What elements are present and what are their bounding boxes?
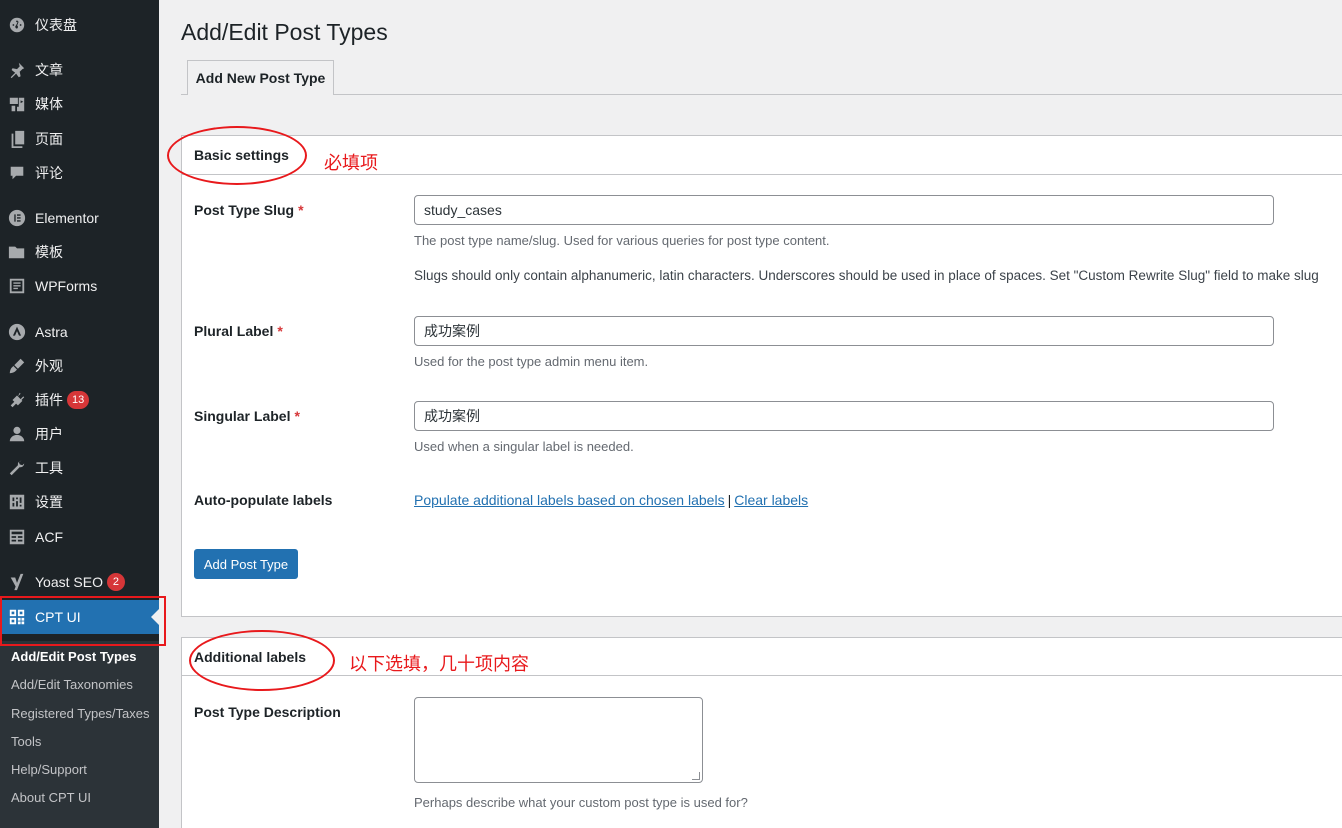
plural-label-description: Used for the post type admin menu item.: [414, 354, 649, 369]
clear-labels-link[interactable]: Clear labels: [734, 492, 808, 508]
singular-label-description: Used when a singular label is needed.: [414, 439, 634, 454]
singular-label-label: Singular Label *: [194, 408, 300, 424]
add-post-type-button[interactable]: Add Post Type: [194, 549, 298, 579]
submenu-help-support[interactable]: Help/Support: [11, 762, 87, 777]
post-type-description-help: Perhaps describe what your custom post t…: [414, 795, 748, 810]
yoast-icon: [8, 573, 26, 591]
plural-label-input[interactable]: [414, 316, 1274, 346]
post-type-description-textarea[interactable]: [414, 697, 703, 783]
auto-populate-links: Populate additional labels based on chos…: [414, 492, 808, 508]
slug-rules-description: Slugs should only contain alphanumeric, …: [414, 268, 1319, 283]
admin-sidebar: 仪表盘 文章 媒体 页面 评论 Elementor 模板 WPForms Ast…: [0, 0, 159, 828]
sidebar-item-yoast[interactable]: Yoast SEO 2: [0, 565, 159, 599]
link-separator: |: [727, 492, 732, 508]
slug-description: The post type name/slug. Used for variou…: [414, 233, 830, 248]
sidebar-item-label: 文章: [35, 62, 63, 78]
cpt-ui-submenu: Add/Edit Post Types Add/Edit Taxonomies …: [0, 641, 159, 828]
sidebar-item-astra[interactable]: Astra: [0, 315, 159, 349]
plural-label-label: Plural Label *: [194, 323, 283, 339]
annotation-ellipse-additional: [189, 630, 335, 691]
submenu-about-cpt-ui[interactable]: About CPT UI: [11, 790, 91, 805]
elementor-icon: [8, 209, 26, 227]
sidebar-item-acf[interactable]: ACF: [0, 520, 159, 554]
tab-bar-line: [181, 94, 1342, 95]
plugin-icon: [8, 391, 26, 409]
auto-populate-label: Auto-populate labels: [194, 492, 333, 508]
sidebar-item-tools[interactable]: 工具: [0, 451, 159, 485]
page-icon: [8, 130, 26, 148]
annotation-optional-note: 以下选填，几十项内容: [349, 654, 529, 675]
sidebar-item-label: 外观: [35, 358, 63, 374]
annotation-ellipse-basic: [167, 126, 307, 185]
astra-icon: [8, 323, 26, 341]
annotation-required-note: 必填项: [324, 153, 378, 174]
sidebar-item-label: 评论: [35, 165, 63, 181]
sidebar-item-label: WPForms: [35, 278, 98, 294]
brush-icon: [8, 357, 26, 375]
required-mark: *: [298, 202, 304, 218]
post-type-slug-input[interactable]: [414, 195, 1274, 225]
user-icon: [8, 425, 26, 443]
resize-handle-icon[interactable]: [692, 772, 700, 780]
sidebar-item-label: ACF: [35, 529, 63, 545]
sidebar-item-plugins[interactable]: 插件 13: [0, 383, 159, 417]
comment-icon: [8, 164, 26, 182]
sidebar-item-appearance[interactable]: 外观: [0, 349, 159, 383]
wrench-icon: [8, 459, 26, 477]
media-icon: [8, 95, 26, 113]
sidebar-item-label: Astra: [35, 324, 68, 340]
annotation-box-cpt-ui: [0, 596, 166, 646]
submenu-add-edit-taxonomies[interactable]: Add/Edit Taxonomies: [11, 677, 133, 692]
sidebar-item-settings[interactable]: 设置: [0, 485, 159, 519]
sidebar-item-users[interactable]: 用户: [0, 417, 159, 451]
sidebar-item-media[interactable]: 媒体: [0, 87, 159, 121]
sidebar-item-dashboard[interactable]: 仪表盘: [0, 8, 159, 42]
sidebar-item-label: 工具: [35, 460, 63, 476]
sidebar-item-label: 媒体: [35, 96, 63, 112]
forms-icon: [8, 277, 26, 295]
sidebar-item-label: 仪表盘: [35, 17, 77, 33]
settings-icon: [8, 493, 26, 511]
submenu-tools[interactable]: Tools: [11, 734, 41, 749]
sidebar-item-label: 设置: [35, 494, 63, 510]
required-mark: *: [294, 408, 300, 424]
folder-icon: [8, 243, 26, 261]
required-mark: *: [277, 323, 283, 339]
page-title: Add/Edit Post Types: [181, 19, 388, 45]
sidebar-item-wpforms[interactable]: WPForms: [0, 269, 159, 303]
submenu-registered-types[interactable]: Registered Types/Taxes: [11, 706, 150, 721]
sidebar-item-label: 用户: [35, 426, 63, 442]
plugin-update-badge: 13: [67, 391, 90, 409]
sidebar-item-label: Yoast SEO: [35, 574, 103, 590]
sidebar-item-elementor[interactable]: Elementor: [0, 201, 159, 235]
sidebar-item-label: 模板: [35, 244, 63, 260]
sidebar-item-templates[interactable]: 模板: [0, 235, 159, 269]
post-type-description-label: Post Type Description: [194, 704, 341, 720]
sidebar-item-comments[interactable]: 评论: [0, 156, 159, 190]
sidebar-item-label: Elementor: [35, 210, 99, 226]
yoast-notification-badge: 2: [106, 573, 125, 591]
populate-labels-link[interactable]: Populate additional labels based on chos…: [414, 492, 725, 508]
sidebar-item-pages[interactable]: 页面: [0, 122, 159, 156]
sidebar-item-posts[interactable]: 文章: [0, 53, 159, 87]
acf-icon: [8, 528, 26, 546]
dashboard-icon: [8, 16, 26, 34]
sidebar-item-label: 页面: [35, 131, 63, 147]
singular-label-input[interactable]: [414, 401, 1274, 431]
sidebar-item-label: 插件: [35, 392, 63, 408]
tab-add-new-post-type[interactable]: Add New Post Type: [187, 60, 334, 95]
submenu-add-edit-post-types[interactable]: Add/Edit Post Types: [11, 649, 136, 664]
pin-icon: [8, 61, 26, 79]
post-type-slug-label: Post Type Slug *: [194, 202, 304, 218]
